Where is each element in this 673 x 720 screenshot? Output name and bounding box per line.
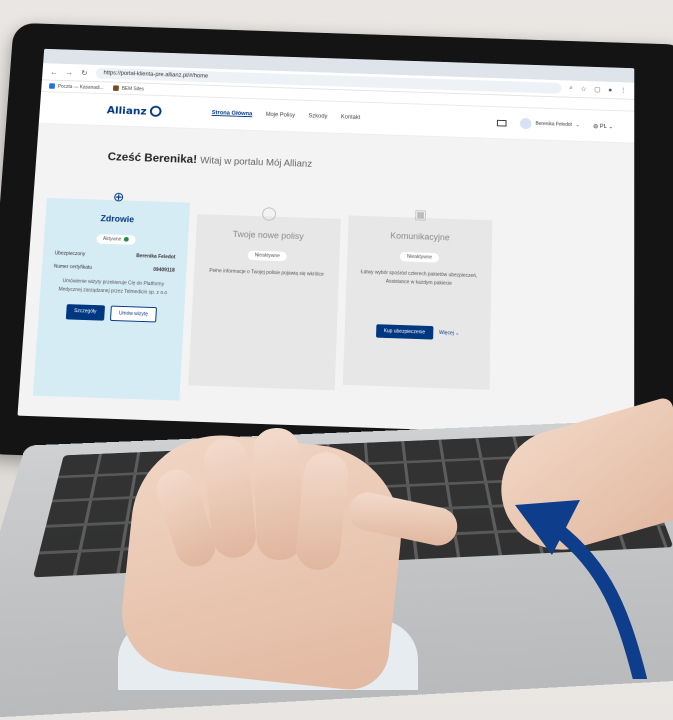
arrow-shaft	[545, 520, 640, 679]
curved-arrow-icon	[0, 0, 673, 679]
